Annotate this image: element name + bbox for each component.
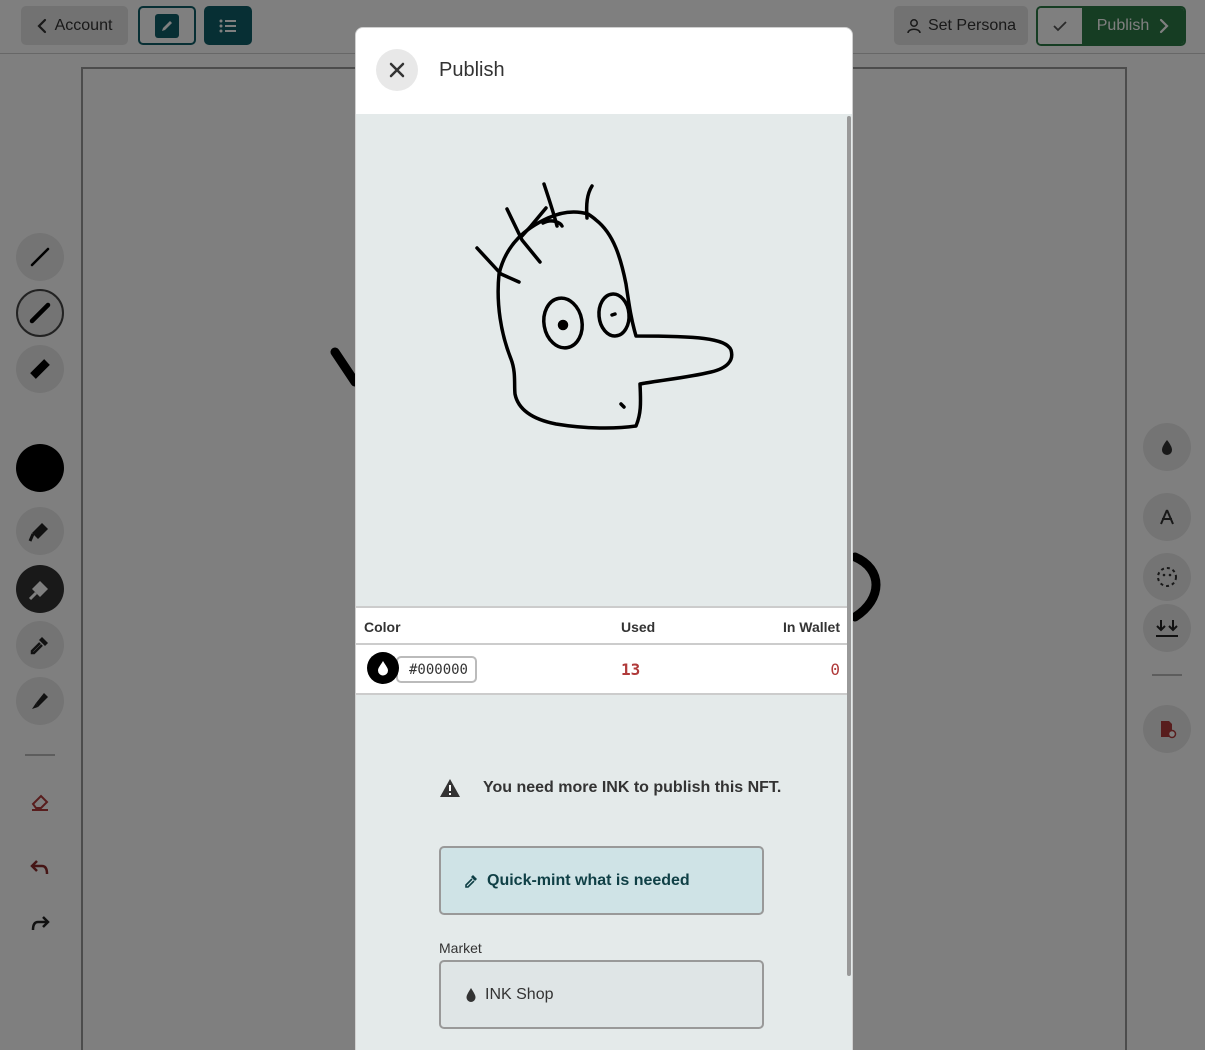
modal-scrollbar[interactable] [847,116,851,976]
close-button[interactable] [376,49,418,91]
color-hex-value: #000000 [396,656,477,683]
ink-usage-table: Color Used In Wallet #000000 13 0 [356,606,848,695]
in-wallet-column-header: In Wallet [782,619,840,635]
ink-in-wallet-value: 0 [830,660,840,679]
ink-shop-button[interactable]: INK Shop [439,960,764,1029]
ink-shop-label: INK Shop [485,985,554,1003]
eyedropper-icon [465,874,477,888]
ink-used-value: 13 [621,660,641,679]
ink-drop-icon [466,987,476,1002]
modal-header: Publish [356,28,852,114]
table-row: #000000 13 0 [356,645,848,693]
quick-mint-button[interactable]: Quick-mint what is needed [439,846,764,915]
close-icon [389,62,405,78]
quick-mint-label: Quick-mint what is needed [487,871,690,889]
market-label: Market [439,940,482,956]
publish-modal: Publish Color Used In Wallet #000000 13 … [355,27,853,1050]
color-column-header: Color [364,619,401,635]
ink-drop-icon [367,652,399,684]
used-column-header: Used [621,619,656,635]
insufficient-ink-warning: You need more INK to publish this NFT. [439,778,781,798]
warning-text: You need more INK to publish this NFT. [483,779,782,796]
warning-triangle-icon [440,779,460,797]
ink-table-header: Color Used In Wallet [356,608,848,645]
modal-title: Publish [439,59,505,81]
nft-preview-image [356,114,848,606]
